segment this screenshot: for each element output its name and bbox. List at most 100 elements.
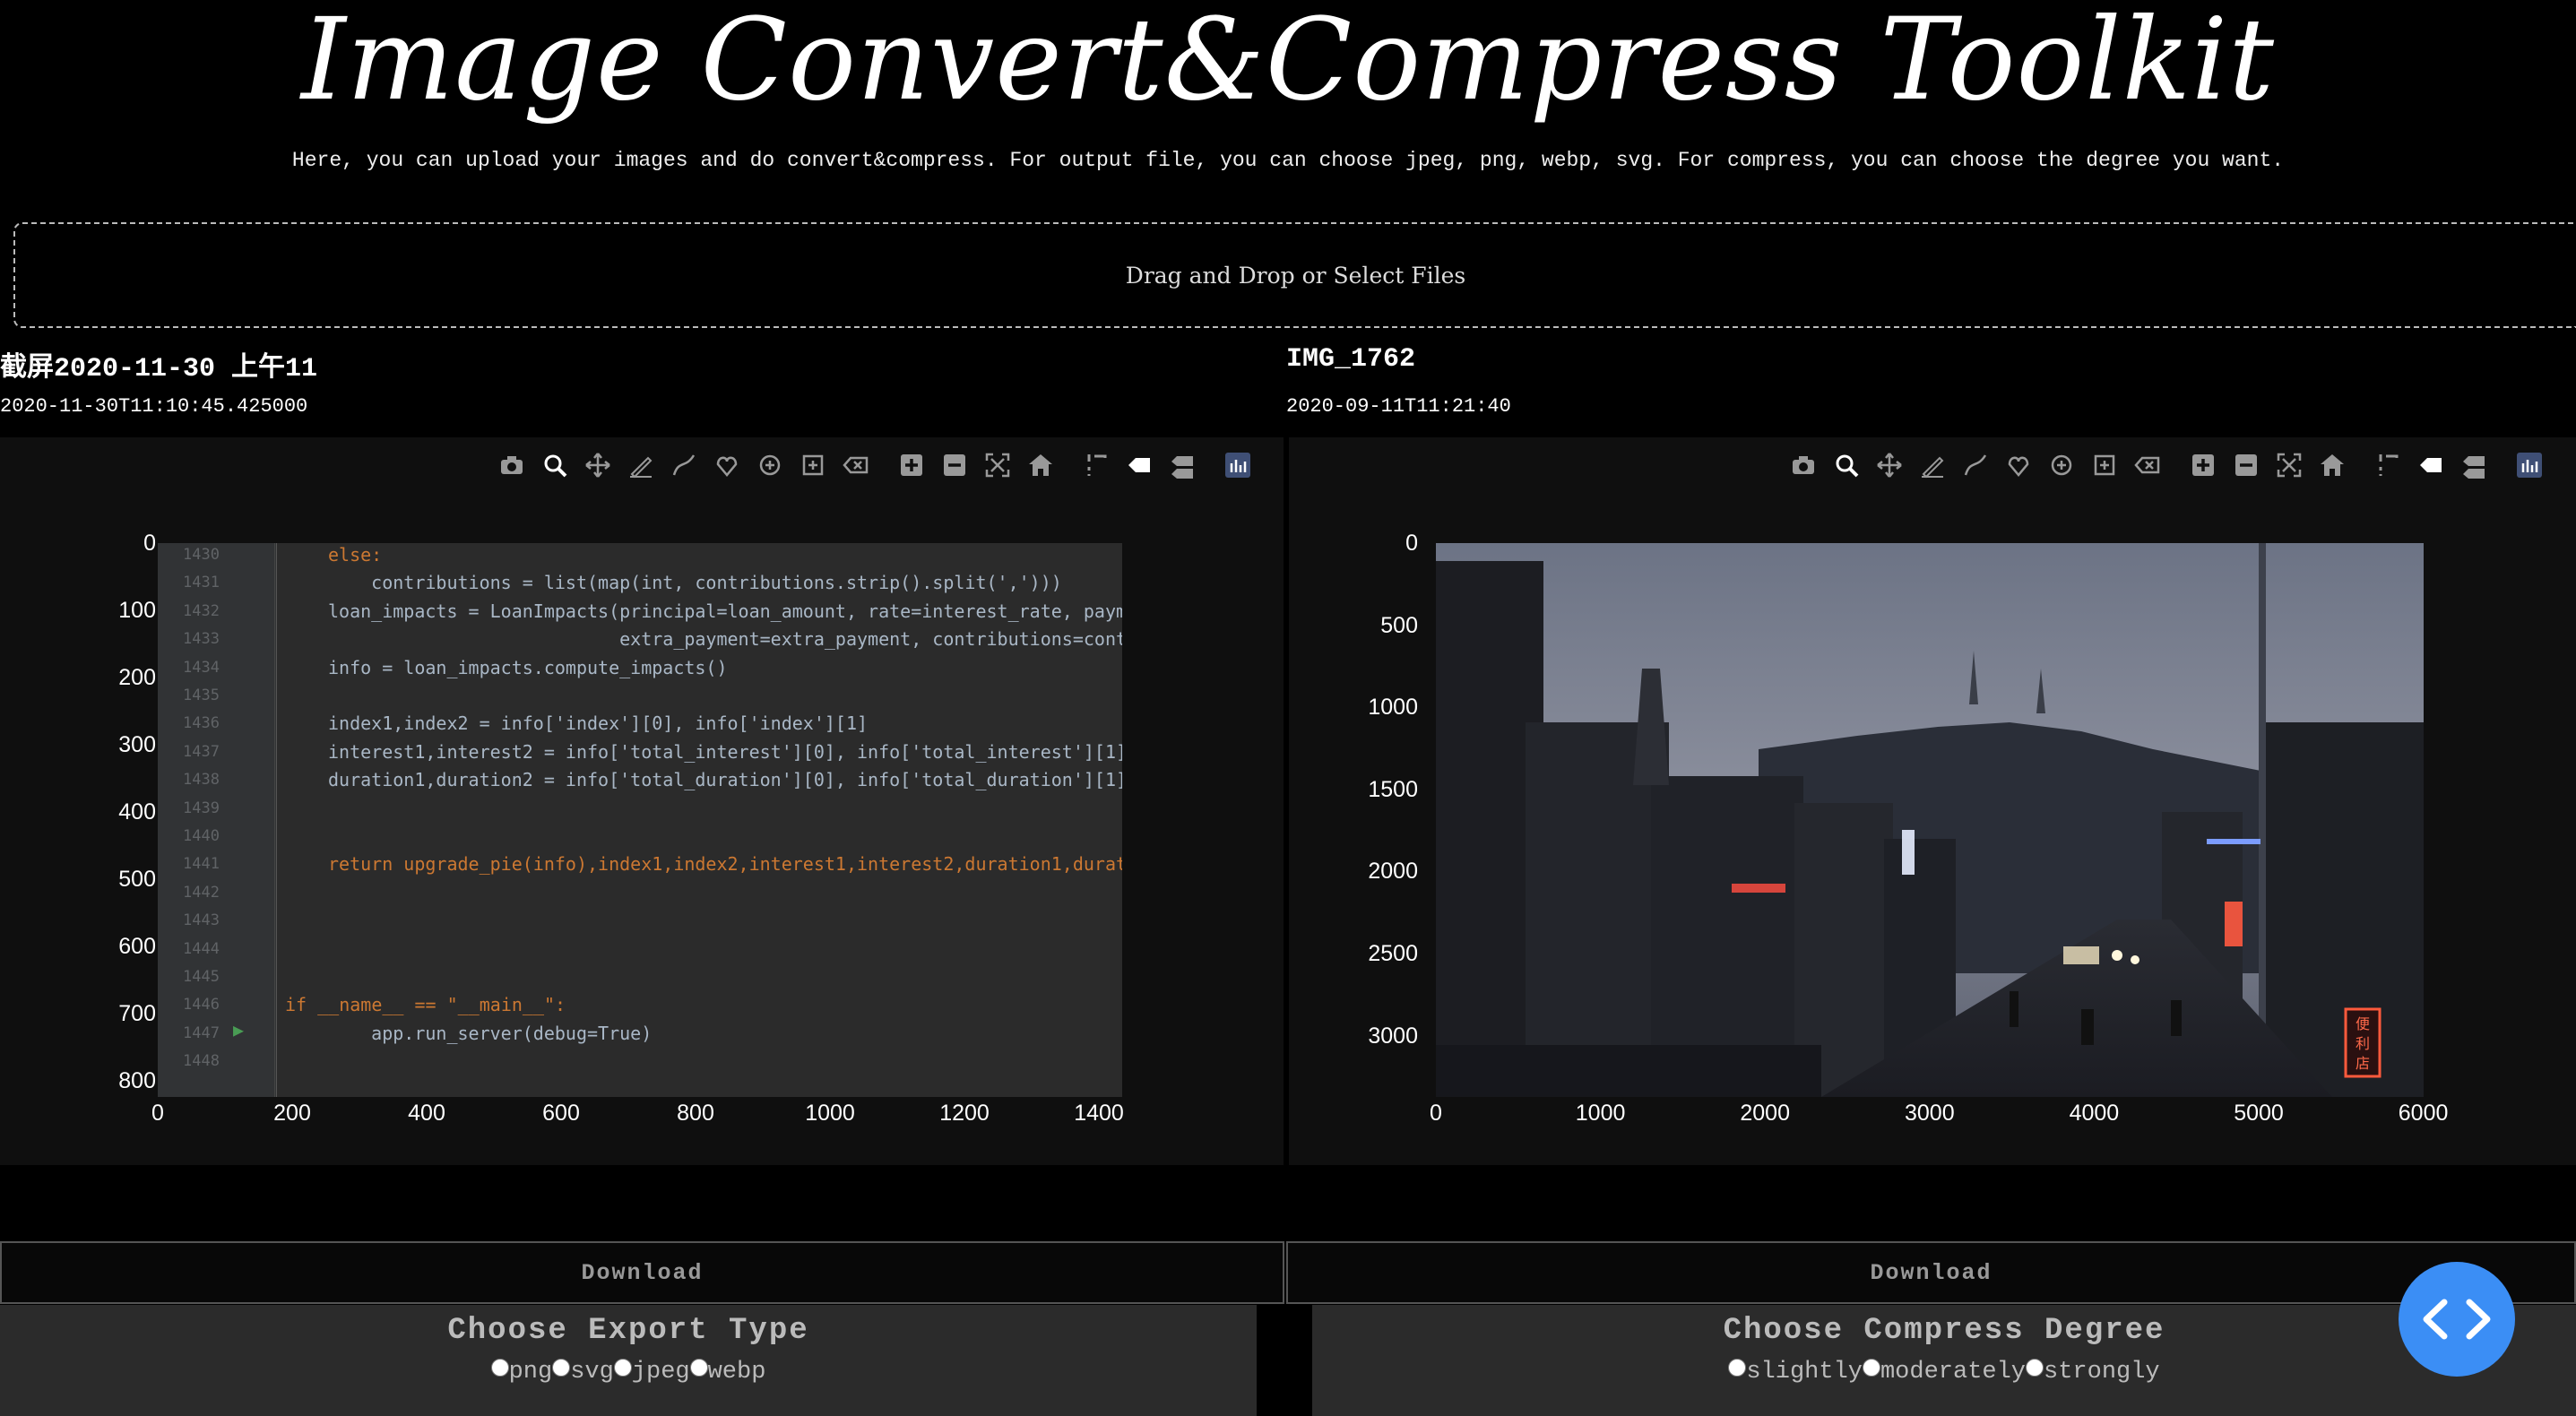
radio-circle[interactable]: [552, 1359, 571, 1377]
left-timestamp: 2020-11-30T11:10:45.425000: [0, 395, 308, 418]
code-line-text: else:: [328, 544, 383, 566]
right-timestamp: 2020-09-11T11:21:40: [1286, 395, 1511, 418]
export-option-jpeg[interactable]: jpeg: [613, 1359, 690, 1386]
draw-line-icon[interactable]: [1915, 448, 1949, 482]
code-line-number: 1439: [183, 799, 220, 817]
plotly-logo-icon[interactable]: [2512, 448, 2546, 482]
draw-open-path-icon[interactable]: [1958, 448, 1993, 482]
radio-label: svg: [570, 1359, 614, 1386]
code-toggle-button[interactable]: [2399, 1262, 2515, 1377]
radio-circle[interactable]: [1728, 1359, 1747, 1377]
code-line: 1433 extra_payment=extra_payment, contri…: [158, 626, 1122, 653]
right-x-tick-label: 4000: [2069, 1101, 2120, 1126]
radio-circle[interactable]: [1862, 1359, 1880, 1377]
radio-circle[interactable]: [490, 1359, 509, 1377]
right-download-button[interactable]: Download: [1286, 1241, 2576, 1304]
shop-sign-char-3: 店: [2356, 1055, 2370, 1072]
radio-circle[interactable]: [2026, 1359, 2044, 1377]
left-x-tick-label: 1400: [1074, 1101, 1124, 1126]
left-x-tick-label: 400: [408, 1101, 445, 1126]
radio-label: moderately: [1880, 1359, 2027, 1386]
code-line: 1448: [158, 1048, 1122, 1075]
autoscale-icon[interactable]: [981, 448, 1015, 482]
pan-icon[interactable]: [581, 448, 615, 482]
compress-option-strongly[interactable]: strongly: [2026, 1359, 2160, 1386]
code-line-number: 1437: [183, 742, 220, 761]
hover-closest-icon[interactable]: [1122, 448, 1156, 482]
run-arrow-icon: ▶: [233, 1019, 245, 1040]
left-y-tick-label: 600: [118, 934, 156, 959]
radio-label: png: [508, 1359, 553, 1386]
draw-rect-icon[interactable]: [796, 448, 830, 482]
code-line-number: 1446: [183, 996, 220, 1015]
draw-line-icon[interactable]: [624, 448, 658, 482]
right-x-tick-label: 6000: [2398, 1101, 2449, 1126]
plotly-logo-icon[interactable]: [1221, 448, 1255, 482]
code-line-number: 1447: [183, 1023, 220, 1042]
code-line-number: 1442: [183, 883, 220, 902]
export-option-webp[interactable]: webp: [689, 1359, 766, 1386]
zoom-out-icon[interactable]: [938, 448, 972, 482]
draw-closed-path-icon[interactable]: [2001, 448, 2036, 482]
hover-compare-icon[interactable]: [1165, 448, 1199, 482]
zoom-icon[interactable]: [538, 448, 572, 482]
zoom-in-icon[interactable]: [2186, 448, 2220, 482]
camera-icon[interactable]: [495, 448, 529, 482]
draw-open-path-icon[interactable]: [667, 448, 701, 482]
left-y-tick-label: 400: [118, 799, 156, 825]
draw-closed-path-icon[interactable]: [710, 448, 744, 482]
right-x-tick-label: 3000: [1904, 1101, 1955, 1126]
code-line: 1436 index1,index2 = info['index'][0], in…: [158, 710, 1122, 738]
radio-label: strongly: [2044, 1359, 2160, 1386]
pan-icon[interactable]: [1872, 448, 1906, 482]
draw-rect-icon[interactable]: [2088, 448, 2122, 482]
upload-dropzone[interactable]: Drag and Drop or Select Files: [13, 222, 2576, 328]
erase-shape-icon[interactable]: [839, 448, 873, 482]
spike-lines-icon[interactable]: [2371, 448, 2405, 482]
radio-label: webp: [707, 1359, 766, 1386]
draw-circle-icon[interactable]: [2044, 448, 2079, 482]
street-photo-image: 便 利 店: [1436, 543, 2424, 1097]
export-option-png[interactable]: png: [490, 1359, 553, 1386]
right-y-tick-label: 3000: [1368, 1023, 1418, 1049]
left-x-tick-label: 800: [677, 1101, 714, 1126]
zoom-icon[interactable]: [1829, 448, 1863, 482]
code-brackets-icon: [2423, 1299, 2491, 1340]
page-title: Image Convert&Compress Toolkit: [301, 0, 2275, 125]
upload-label: Drag and Drop or Select Files: [1125, 262, 1466, 289]
left-y-tick-label: 300: [118, 732, 156, 757]
export-option-svg[interactable]: svg: [552, 1359, 614, 1386]
right-y-tick-label: 500: [1380, 612, 1418, 638]
compress-option-moderately[interactable]: moderately: [1862, 1359, 2027, 1386]
left-filename: 截屏2020-11-30 上午11: [0, 354, 318, 384]
code-line-text: return upgrade_pie(info),index1,index2,i…: [328, 853, 1122, 876]
zoom-in-icon[interactable]: [895, 448, 929, 482]
reset-axes-icon[interactable]: [2315, 448, 2349, 482]
left-download-button[interactable]: Download: [0, 1241, 1284, 1304]
export-type-title: Choose Export Type: [447, 1314, 809, 1348]
code-line-text: info = loan_impacts.compute_impacts(): [328, 656, 728, 678]
code-line-number: 1433: [183, 630, 220, 649]
reset-axes-icon[interactable]: [1024, 448, 1058, 482]
export-type-radio-group: png svg jpeg webp: [0, 1359, 1257, 1386]
hover-compare-icon[interactable]: [2457, 448, 2491, 482]
camera-icon[interactable]: [1786, 448, 1820, 482]
right-x-tick-label: 0: [1430, 1101, 1442, 1126]
right-x-tick-label: 5000: [2234, 1101, 2284, 1126]
draw-circle-icon[interactable]: [753, 448, 787, 482]
code-line-number: 1432: [183, 601, 220, 620]
spike-lines-icon[interactable]: [1079, 448, 1113, 482]
compress-option-slightly[interactable]: slightly: [1728, 1359, 1863, 1386]
zoom-out-icon[interactable]: [2229, 448, 2263, 482]
autoscale-icon[interactable]: [2272, 448, 2306, 482]
radio-circle[interactable]: [613, 1359, 632, 1377]
code-line-number: 1438: [183, 771, 220, 790]
hover-closest-icon[interactable]: [2414, 448, 2448, 482]
code-line-number: 1436: [183, 714, 220, 733]
code-line: 1432 loan_impacts = LoanImpacts(principal…: [158, 598, 1122, 626]
left-y-tick-label: 700: [118, 1001, 156, 1026]
erase-shape-icon[interactable]: [2131, 448, 2165, 482]
radio-circle[interactable]: [689, 1359, 708, 1377]
right-x-tick-label: 1000: [1575, 1101, 1626, 1126]
code-line: 1446 if __name__ == "__main__":: [158, 991, 1122, 1019]
